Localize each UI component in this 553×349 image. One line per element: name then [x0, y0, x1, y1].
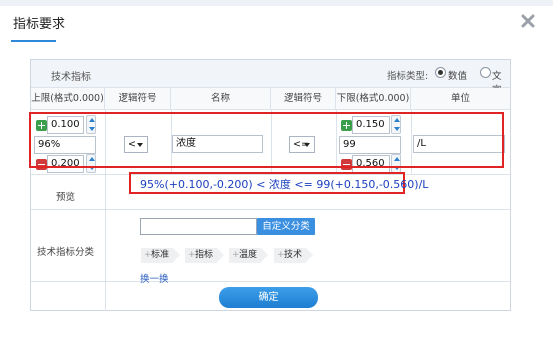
row-highlight-box	[29, 112, 504, 168]
custom-category-button[interactable]: 自定义分类	[257, 218, 315, 235]
panel-header: 技术指标 指标类型: 数值 文字	[31, 60, 510, 96]
radio-numeric[interactable]	[435, 67, 446, 78]
indicator-type-label: 指标类型:	[387, 71, 429, 82]
refresh-tags-link[interactable]: 换一换	[140, 271, 169, 285]
tag-technology[interactable]: 技术	[274, 248, 314, 263]
category-label: 技术指标分类	[37, 247, 95, 258]
top-strip	[0, 0, 553, 6]
confirm-button[interactable]: 确定	[219, 287, 318, 308]
panel-header-label: 技术指标	[51, 72, 91, 83]
radio-numeric-label[interactable]: 数值	[448, 68, 467, 82]
close-icon[interactable]	[521, 14, 535, 28]
tag-temperature[interactable]: 温度	[229, 248, 269, 263]
grid-line	[31, 209, 510, 210]
grid-line	[31, 281, 510, 282]
col-unit: 单位	[411, 88, 510, 110]
col-logic-left: 逻辑符号	[105, 88, 171, 110]
col-logic-right: 逻辑符号	[271, 88, 336, 110]
col-name: 名称	[171, 88, 271, 110]
preview-label: 预览	[56, 192, 76, 203]
title-underline	[11, 40, 56, 42]
col-lower-limit: 上限(格式0.000)	[31, 88, 105, 110]
col-upper-limit: 下限(格式0.000)	[336, 88, 411, 110]
preview-text: 95%(+0.100,-0.200) < 浓度 <= 99(+0.150,-0.…	[140, 178, 429, 191]
radio-text[interactable]	[480, 67, 491, 78]
dialog-title: 指标要求	[13, 17, 66, 32]
tag-indicator[interactable]: 指标	[185, 248, 225, 263]
category-input[interactable]	[140, 218, 257, 235]
tag-standard[interactable]: 标准	[141, 248, 181, 263]
